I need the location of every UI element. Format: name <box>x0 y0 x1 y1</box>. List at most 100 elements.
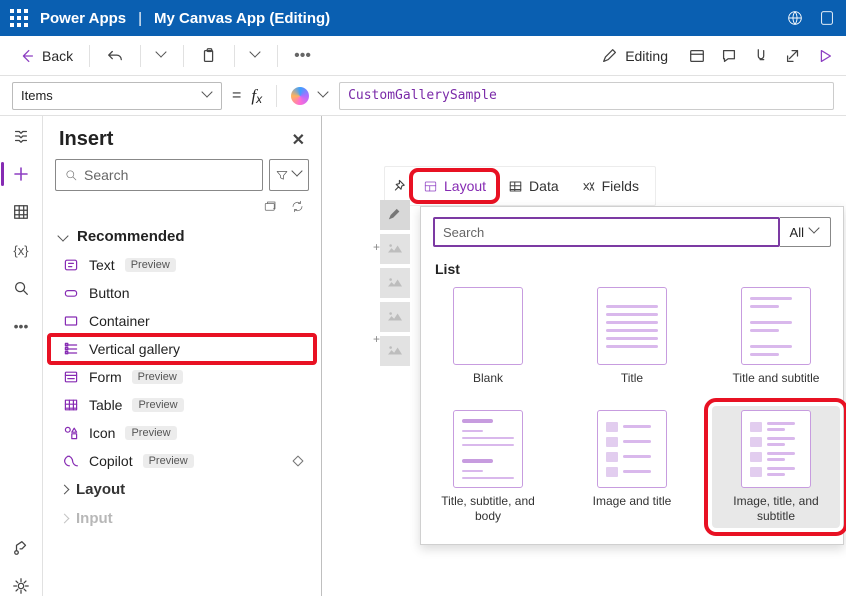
gallery-thumb <box>380 302 410 332</box>
tab-data[interactable]: Data <box>500 174 567 198</box>
insert-item-label: Button <box>89 285 129 301</box>
insert-panel: Insert ✕ Search Recommended Te <box>42 116 322 596</box>
fx-label: fx <box>251 86 262 106</box>
section-recommended-label: Recommended <box>77 228 185 245</box>
layout-section-list: List <box>435 261 829 277</box>
overflow-button[interactable]: ••• <box>288 43 317 69</box>
main-area: {x} ••• Insert ✕ Search <box>0 116 846 596</box>
rail-overflow-icon[interactable]: ••• <box>11 316 31 336</box>
gallery-context-bar: Layout Data Fields <box>384 166 656 206</box>
preview-pill: Preview <box>125 426 176 440</box>
play-icon[interactable] <box>816 47 834 65</box>
tab-layout[interactable]: Layout <box>415 174 494 198</box>
refresh-icon[interactable] <box>290 199 305 214</box>
preview-pill: Preview <box>125 258 176 272</box>
section-input-label: Input <box>76 510 113 527</box>
help-icon[interactable] <box>818 9 836 27</box>
left-rail: {x} ••• <box>0 116 42 596</box>
section-layout[interactable]: Layout <box>49 475 315 504</box>
rail-tree-icon[interactable] <box>11 126 31 146</box>
insert-item-button[interactable]: Button <box>49 279 315 307</box>
library-icon[interactable] <box>263 199 278 214</box>
section-recommended[interactable]: Recommended <box>49 222 315 251</box>
product-name: Power Apps <box>40 10 126 27</box>
insert-item-vertical-gallery[interactable]: Vertical gallery <box>49 335 315 363</box>
close-icon[interactable]: ✕ <box>292 130 305 150</box>
layout-card-label: Image, title, and subtitle <box>716 494 836 524</box>
command-bar: Back ••• Editing <box>0 36 846 76</box>
rail-variables-icon[interactable]: {x} <box>11 240 31 260</box>
layout-card-image-title-subtitle[interactable]: Image, title, and subtitle <box>712 406 840 528</box>
copilot-fx-dropdown[interactable] <box>319 91 329 101</box>
layout-card-label: Title and subtitle <box>733 371 820 386</box>
formula-bar: Items = fx CustomGallerySample <box>0 76 846 116</box>
property-selector[interactable]: Items <box>12 82 222 110</box>
chevron-down-icon <box>203 91 213 101</box>
editing-mode[interactable]: Editing <box>595 43 674 69</box>
copilot-fx-icon[interactable] <box>291 87 309 105</box>
insert-item-label: Icon <box>89 425 115 441</box>
selection-handles: + + <box>377 192 385 302</box>
tab-fields-label: Fields <box>602 178 639 194</box>
comments-icon[interactable] <box>720 47 738 65</box>
app-launcher-icon[interactable] <box>10 9 28 27</box>
premium-icon <box>291 454 305 468</box>
insert-item-label: Text <box>89 257 115 273</box>
undo-dropdown[interactable] <box>151 47 173 65</box>
insert-item-icon[interactable]: Icon Preview <box>49 419 315 447</box>
tab-layout-label: Layout <box>444 178 486 194</box>
section-input[interactable]: Input <box>49 504 315 533</box>
rail-insert-icon[interactable] <box>11 164 31 184</box>
layout-search-input[interactable]: Search <box>433 217 780 247</box>
insert-search-input[interactable]: Search <box>55 159 263 191</box>
layout-filter-select[interactable]: All <box>780 217 831 247</box>
insert-item-container[interactable]: Container <box>49 307 315 335</box>
insert-item-label: Vertical gallery <box>89 341 180 357</box>
insert-item-copilot[interactable]: Copilot Preview <box>49 447 315 475</box>
paste-dropdown[interactable] <box>245 47 267 65</box>
preview-pill: Preview <box>143 454 194 468</box>
preview-pill: Preview <box>132 370 183 384</box>
layout-card-blank[interactable]: Blank <box>424 283 552 390</box>
insert-search-placeholder: Search <box>84 167 128 183</box>
rail-tools-icon[interactable] <box>11 538 31 558</box>
undo-button[interactable] <box>100 43 130 69</box>
back-button[interactable]: Back <box>12 43 79 69</box>
rail-data-icon[interactable] <box>11 202 31 222</box>
app-context: My Canvas App (Editing) <box>154 10 330 27</box>
canvas-area: Layout Data Fields + + <box>322 116 846 596</box>
insert-item-table[interactable]: Table Preview <box>49 391 315 419</box>
insert-item-text[interactable]: Text Preview <box>49 251 315 279</box>
rail-search-icon[interactable] <box>11 278 31 298</box>
insert-item-label: Table <box>89 397 122 413</box>
form-preview-icon[interactable] <box>688 47 706 65</box>
layout-card-label: Title <box>621 371 643 386</box>
preview-pill: Preview <box>132 398 183 412</box>
insert-item-form[interactable]: Form Preview <box>49 363 315 391</box>
property-name: Items <box>21 88 53 103</box>
tab-fields[interactable]: Fields <box>573 174 647 198</box>
insert-item-label: Container <box>89 313 150 329</box>
layout-search-placeholder: Search <box>443 225 484 240</box>
back-label: Back <box>42 48 73 64</box>
equals-sign: = <box>232 87 241 105</box>
insert-filter-button[interactable] <box>269 159 309 191</box>
checker-icon[interactable] <box>752 47 770 65</box>
layout-card-title-subtitle-body[interactable]: Title, subtitle, and body <box>424 406 552 528</box>
formula-input[interactable]: CustomGallerySample <box>339 82 834 110</box>
layout-card-title-subtitle[interactable]: Title and subtitle <box>712 283 840 390</box>
insert-item-label: Form <box>89 369 122 385</box>
environment-icon[interactable] <box>786 9 804 27</box>
tab-data-label: Data <box>529 178 559 194</box>
editing-label: Editing <box>625 48 668 64</box>
layout-card-image-title[interactable]: Image and title <box>568 406 696 528</box>
share-icon[interactable] <box>784 47 802 65</box>
brand-separator: | <box>138 10 142 27</box>
layout-card-title[interactable]: Title <box>568 283 696 390</box>
paste-button[interactable] <box>194 43 224 69</box>
layout-card-label: Blank <box>473 371 503 386</box>
layout-card-label: Title, subtitle, and body <box>428 494 548 524</box>
insert-title: Insert <box>59 128 113 151</box>
pin-icon[interactable] <box>393 178 409 194</box>
rail-settings-icon[interactable] <box>11 576 31 596</box>
